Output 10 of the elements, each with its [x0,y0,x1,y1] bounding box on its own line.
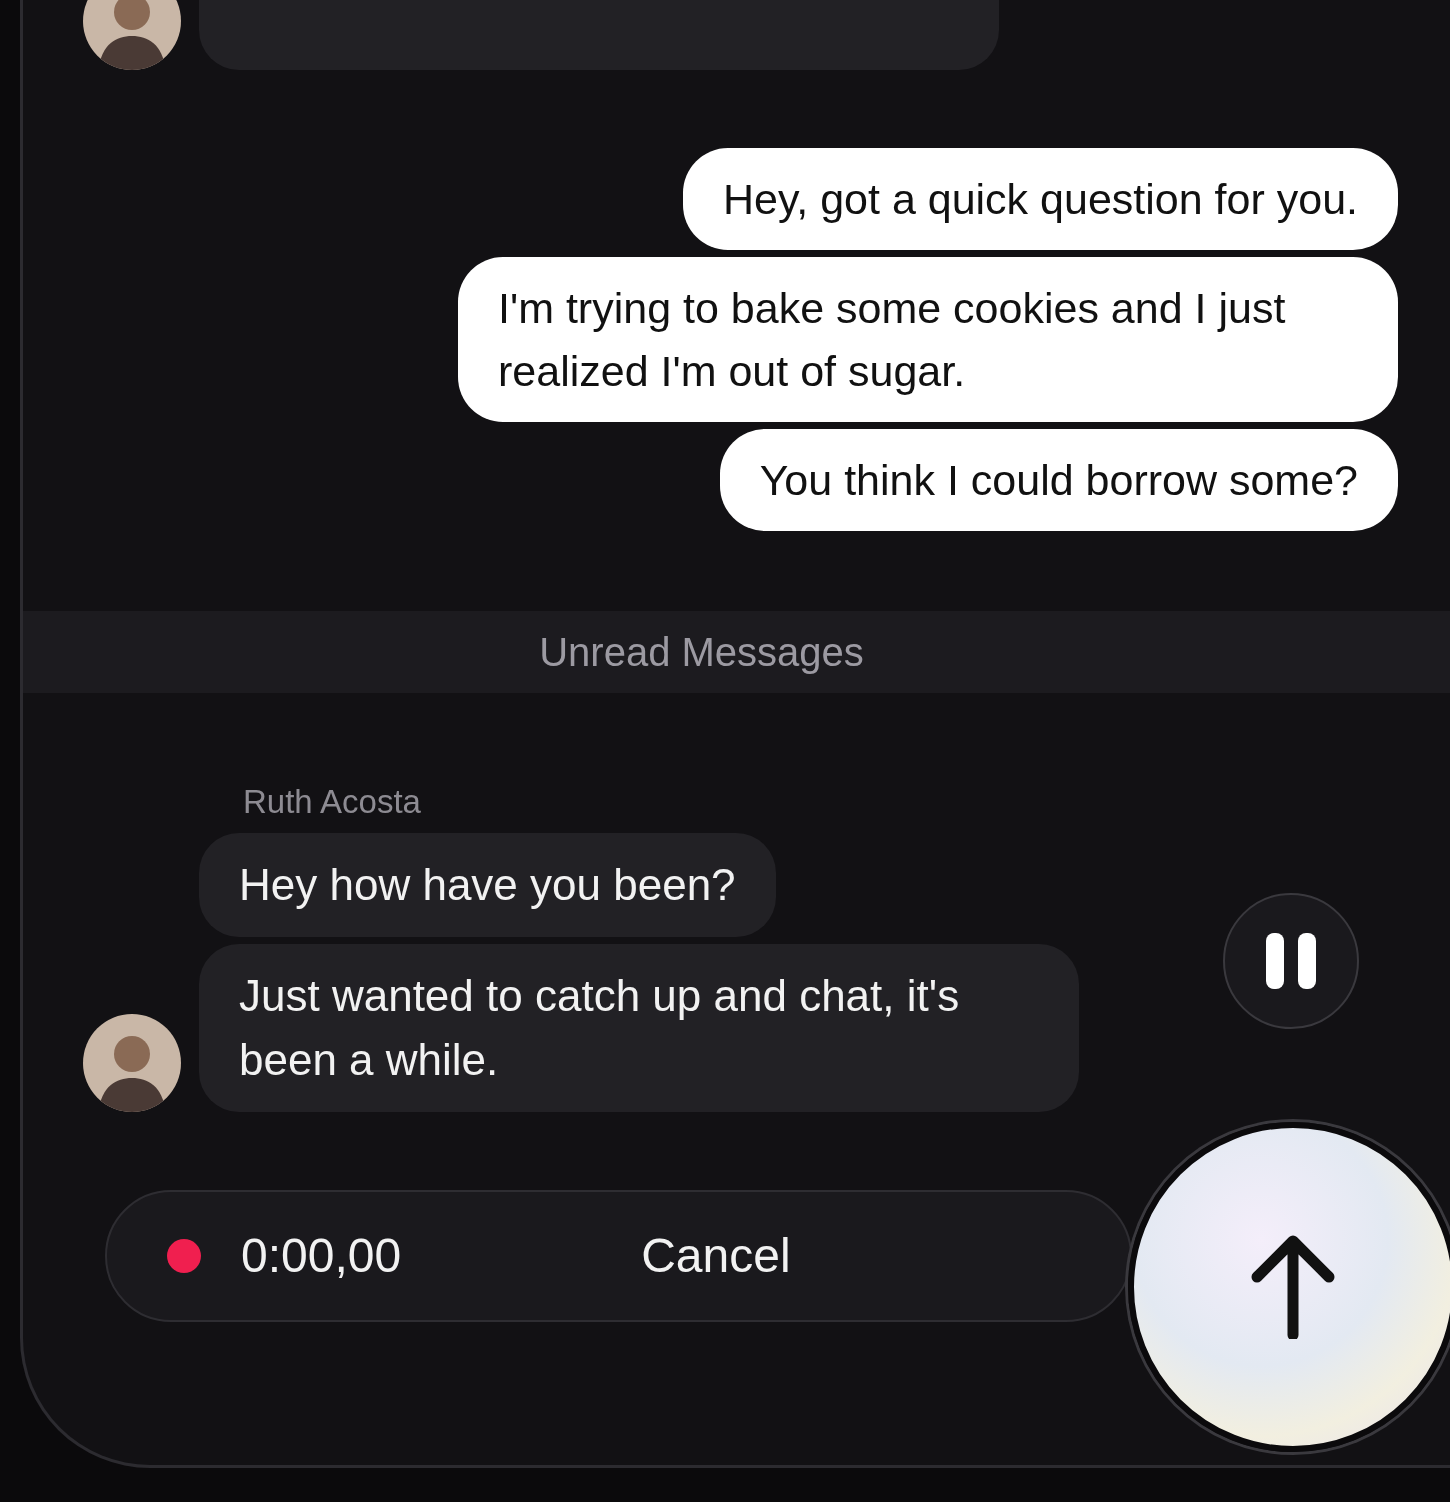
message-bubble: I'm trying to bake some cookies and I just realized I'm out of sugar. [458,257,1398,423]
arrow-up-icon [1251,1235,1335,1339]
message-bubble: Hey how have you been? [199,833,776,938]
message-bubble: Hey, got a quick question for you. [683,148,1398,251]
pause-icon [1264,933,1318,989]
message-bubble: You think I could borrow some? [719,429,1398,532]
recording-time: 0:00,00 [241,1228,402,1284]
sender-name: Ruth Acosta [243,783,422,822]
message-bubble: Just wanted to catch up and chat, it's been a while. [199,944,1079,1112]
cancel-button[interactable]: Cancel [641,1228,791,1284]
